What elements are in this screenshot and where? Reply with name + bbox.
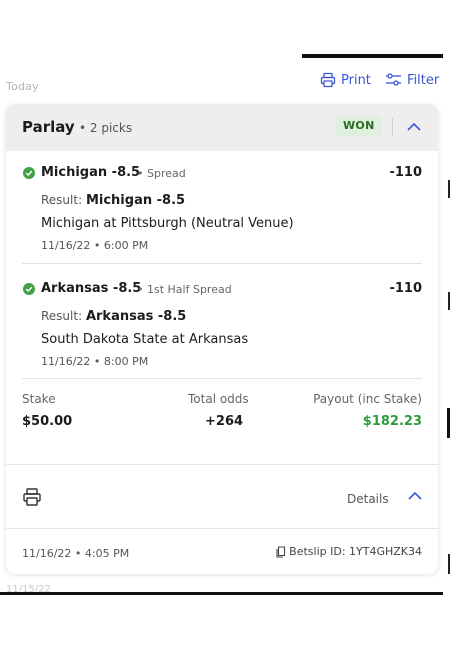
bet-card-header[interactable]: Parlay • 2 picks WON — [6, 104, 438, 151]
total-odds-label: Total odds — [188, 392, 249, 406]
section-date-label: Today — [6, 80, 39, 93]
check-circle-icon — [23, 167, 35, 179]
pick-market: • Spread — [137, 167, 186, 180]
footer-divider — [6, 528, 438, 529]
total-odds-value: +264 — [205, 414, 244, 429]
chevron-up-icon[interactable] — [406, 488, 424, 504]
pick-selection: Arkansas -8.5 — [41, 281, 142, 296]
check-circle-icon — [23, 283, 35, 295]
result-value: Michigan -8.5 — [85, 193, 186, 208]
printer-icon[interactable] — [22, 487, 42, 507]
frame-bottom-edge — [0, 592, 443, 595]
pick-datetime: 11/16/22 • 8:00 PM — [41, 355, 149, 368]
pick-odds: -110 — [389, 281, 422, 296]
print-label: Print — [341, 72, 371, 88]
bet-summary: Stake $50.00 Total odds +264 Payout (inc… — [6, 384, 438, 444]
bet-card-footer: Details 11/16/22 • 4:05 PM Betslip ID: 1… — [6, 464, 438, 574]
pick-divider — [22, 378, 422, 379]
pick-divider — [22, 263, 422, 264]
payout-label: Payout (inc Stake) — [313, 392, 422, 406]
pick-datetime: 11/16/22 • 6:00 PM — [41, 239, 149, 252]
details-button[interactable]: Details — [347, 492, 389, 506]
pick-result: Result: Michigan -8.5 — [41, 193, 185, 208]
chevron-up-icon[interactable] — [404, 118, 424, 136]
pick-market: • 1st Half Spread — [137, 283, 232, 296]
result-label: Result: — [41, 193, 83, 207]
result-label: Result: — [41, 309, 83, 323]
printer-icon — [320, 72, 336, 88]
bet-type-title: Parlay — [22, 118, 75, 136]
betslip-id-text: Betslip ID: 1YT4GHZK34 — [289, 545, 422, 558]
sliders-icon — [386, 73, 401, 86]
pick-count: • 2 picks — [79, 121, 133, 135]
pick-matchup: South Dakota State at Arkansas — [41, 332, 249, 347]
filter-button[interactable]: Filter — [385, 72, 439, 88]
pick-selection: Michigan -8.5 — [41, 165, 141, 180]
frame-right-edge — [443, 54, 450, 595]
copy-icon — [276, 545, 286, 558]
betslip-id[interactable]: Betslip ID: 1YT4GHZK34 — [276, 545, 422, 558]
pick-odds: -110 — [389, 165, 422, 180]
pick-result: Result: Arkansas -8.5 — [41, 309, 186, 324]
frame-top-edge — [302, 54, 443, 58]
payout-value: $182.23 — [362, 414, 422, 429]
print-button[interactable]: Print — [320, 72, 371, 88]
placed-datetime: 11/16/22 • 4:05 PM — [22, 547, 130, 560]
stake-value: $50.00 — [22, 414, 73, 429]
filter-label: Filter — [407, 72, 440, 88]
status-badge: WON — [336, 116, 382, 136]
stake-label: Stake — [22, 392, 56, 406]
header-divider — [392, 118, 393, 136]
result-value: Arkansas -8.5 — [85, 309, 187, 324]
pick-matchup: Michigan at Pittsburgh (Neutral Venue) — [41, 216, 294, 231]
bet-card: Parlay • 2 picks WON Michigan -8.5 • Spr… — [6, 104, 438, 574]
